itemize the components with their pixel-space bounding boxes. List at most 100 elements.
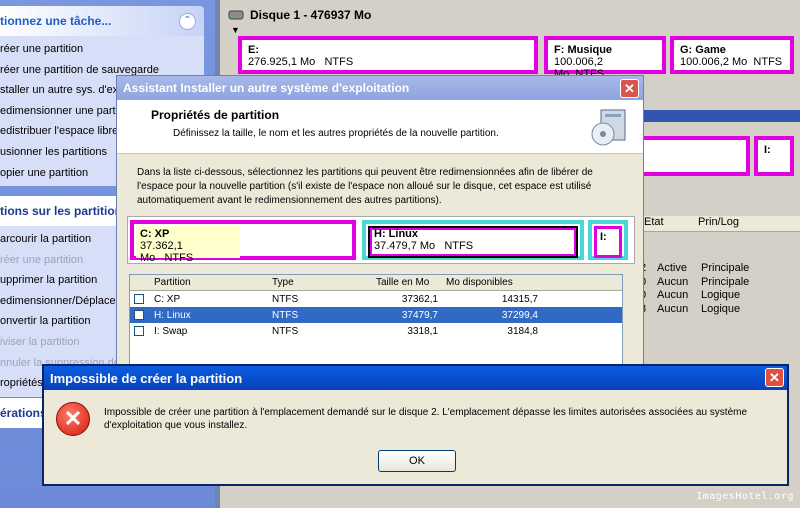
partition-size: 276.925,1 Mo bbox=[248, 56, 316, 68]
map-partition-h[interactable]: H: Linux 37.479,7 Mo NTFS bbox=[362, 220, 584, 260]
cell-type: NTFS bbox=[272, 309, 299, 321]
wizard-partition-map: C: XP 37.362,1 Mo NTFS H: Linux 37.479,7… bbox=[127, 216, 635, 264]
partition-name: G: Game bbox=[680, 44, 726, 56]
watermark: ImagesHotel.org bbox=[696, 491, 794, 502]
partition-name: I: bbox=[764, 144, 771, 156]
cell-free: 14315,7 bbox=[501, 293, 538, 305]
partition-name: C: XP bbox=[140, 228, 170, 240]
task-item-label: upprimer la partition bbox=[0, 274, 98, 287]
partition-fs: NTFS bbox=[753, 56, 783, 68]
task-section-title: tionnez une tâche... bbox=[0, 14, 112, 28]
list-item[interactable]: 0AucunLogique bbox=[640, 289, 781, 303]
cell-size: 37479,7 bbox=[401, 309, 438, 321]
task-item-label: opier une partition bbox=[0, 166, 89, 179]
partition-name: E: bbox=[248, 44, 259, 56]
error-titlebar[interactable]: Impossible de créer la partition bbox=[44, 366, 787, 390]
task-item-create-partition[interactable]: réer une partition bbox=[0, 39, 204, 60]
cell-partition: H: Linux bbox=[154, 309, 191, 321]
partition-list: 2ActivePrincipale 0AucunPrincipale 0Aucu… bbox=[640, 262, 781, 316]
error-x-icon: ✕ bbox=[56, 402, 90, 436]
wizard-title: Assistant Installer un autre système d'e… bbox=[123, 81, 410, 95]
table-row-selected[interactable]: H: Linux NTFS 37479,7 37299,4 bbox=[130, 307, 622, 323]
partition-name: F: Musique bbox=[554, 44, 613, 56]
disk-properties-icon bbox=[591, 109, 626, 146]
task-section-header[interactable]: tionnez une tâche... bbox=[0, 6, 204, 36]
task-item-label: usionner les partitions bbox=[0, 145, 108, 158]
cell: Aucun bbox=[657, 302, 689, 315]
collapse-chevron-icon[interactable]: ⌃ bbox=[179, 13, 196, 30]
cell: Active bbox=[657, 262, 687, 274]
wizard-heading: Propriétés de partition bbox=[151, 108, 280, 122]
partition-size: 100.006,2 Mo bbox=[680, 56, 748, 68]
cell-type: NTFS bbox=[272, 293, 299, 305]
column-header-free[interactable]: Mo disponibles bbox=[442, 275, 542, 290]
task-item-label: onvertir la partition bbox=[0, 315, 91, 328]
cell: Logique bbox=[701, 289, 741, 301]
column-header-prinlog[interactable]: Prin/Log bbox=[694, 216, 739, 231]
task-section-title: érations bbox=[0, 406, 47, 420]
task-section-title: tions sur les partition bbox=[0, 204, 123, 218]
partition-f[interactable]: F: Musique 100.006,2 Mo NTFS bbox=[544, 36, 666, 80]
column-header-type[interactable]: Type bbox=[268, 275, 372, 290]
wizard-subheading: Définissez la taille, le nom et les autr… bbox=[173, 128, 499, 139]
column-header-partition[interactable]: Partition bbox=[150, 275, 268, 290]
partition-second-row[interactable] bbox=[640, 136, 750, 176]
task-item-label: réer une partition bbox=[0, 253, 84, 266]
error-close-button[interactable]: ✕ bbox=[765, 368, 784, 387]
error-message: Impossible de créer une partition à l'em… bbox=[104, 407, 748, 431]
task-item-label: réer une partition de sauvegarde bbox=[0, 63, 159, 76]
wizard-partition-table: Partition Type Taille en Mo Mo disponibl… bbox=[129, 274, 623, 374]
column-header-etat[interactable]: Etat bbox=[640, 216, 694, 231]
wizard-close-button[interactable]: ✕ bbox=[620, 79, 639, 98]
cell: Principale bbox=[701, 275, 750, 288]
cell-type: NTFS bbox=[272, 325, 299, 337]
task-item-label: arcourir la partition bbox=[0, 233, 92, 245]
disk-header: Disque 1 - 476937 Mo bbox=[228, 8, 371, 22]
error-dialog: Impossible de créer la partition ✕ ✕ Imp… bbox=[42, 364, 789, 486]
cell-size: 37362,1 bbox=[401, 293, 438, 305]
cell-free: 37299,4 bbox=[501, 309, 538, 321]
partition-fs: NTFS bbox=[444, 240, 474, 252]
task-item-label: ropriétés bbox=[0, 377, 43, 390]
task-item-label: staller un autre sys. d'exp bbox=[0, 84, 125, 97]
partition-i-right[interactable]: I: bbox=[754, 136, 794, 176]
task-item-label: edimensionner une partit bbox=[0, 104, 122, 117]
cell-free: 3184,8 bbox=[507, 325, 538, 337]
map-partition-c[interactable]: C: XP 37.362,1 Mo NTFS bbox=[130, 220, 356, 264]
wizard-header: Propriétés de partition Définissez la ta… bbox=[117, 100, 643, 154]
task-item-label: edimensionner/Déplacer bbox=[0, 294, 120, 307]
wizard-window: Assistant Installer un autre système d'e… bbox=[116, 75, 644, 375]
disk-title: Disque 1 - 476937 Mo bbox=[250, 8, 372, 22]
cell: Logique bbox=[701, 302, 741, 315]
list-item[interactable]: 2ActivePrincipale bbox=[640, 262, 781, 276]
cell-size: 3318,1 bbox=[407, 325, 438, 337]
wizard-titlebar[interactable]: Assistant Installer un autre système d'e… bbox=[117, 76, 643, 100]
disk-pointer-icon: ▼ bbox=[231, 25, 240, 35]
ok-button[interactable]: OK bbox=[378, 450, 456, 472]
table-row[interactable]: I: Swap NTFS 3318,1 3184,8 bbox=[130, 323, 622, 339]
partition-name: H: Linux bbox=[374, 228, 418, 240]
cell: Principale bbox=[701, 262, 750, 274]
task-item-label: iviser la partition bbox=[0, 335, 80, 348]
cell: Aucun bbox=[657, 289, 689, 301]
column-header-size[interactable]: Taille en Mo bbox=[372, 275, 442, 290]
list-item[interactable]: 0AucunPrincipale bbox=[640, 276, 781, 290]
hard-disk-icon bbox=[228, 10, 244, 20]
table-row[interactable]: C: XP NTFS 37362,1 14315,7 bbox=[130, 291, 622, 307]
partition-list-header: Etat Prin/Log bbox=[640, 216, 800, 232]
partition-size: 37.479,7 Mo bbox=[374, 240, 436, 252]
partition-e[interactable]: E: 276.925,1 Mo NTFS bbox=[238, 36, 538, 74]
cell-partition: I: Swap bbox=[154, 325, 188, 337]
partition-fs: NTFS bbox=[324, 56, 354, 68]
error-title: Impossible de créer la partition bbox=[50, 370, 243, 386]
partition-name: I: bbox=[600, 231, 607, 243]
list-item[interactable]: 3AucunLogique bbox=[640, 303, 781, 317]
partition-g[interactable]: G: Game 100.006,2 Mo NTFS bbox=[670, 36, 794, 74]
partition-fs: NTFS bbox=[164, 252, 194, 264]
task-item-label: edistribuer l'espace libre bbox=[0, 125, 119, 138]
row-checkbox[interactable] bbox=[134, 310, 144, 320]
map-partition-i[interactable]: I: bbox=[588, 220, 628, 260]
row-checkbox[interactable] bbox=[134, 326, 144, 336]
task-item-label: réer une partition bbox=[0, 43, 84, 55]
row-checkbox[interactable] bbox=[134, 294, 144, 304]
